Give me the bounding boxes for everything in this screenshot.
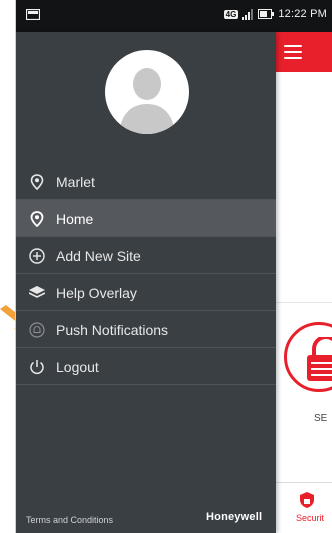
menu-item-add-new-site[interactable]: Add New Site: [16, 237, 276, 274]
layers-icon: [28, 284, 46, 302]
menu-item-logout[interactable]: Logout: [16, 348, 276, 385]
bell-icon: [28, 321, 46, 339]
avatar[interactable]: [105, 50, 189, 134]
power-icon: [28, 358, 46, 376]
status-icons: 4G 12:22 PM: [223, 8, 327, 20]
shield-icon: [300, 492, 314, 508]
location-pin-icon: [28, 210, 46, 228]
tab-security[interactable]: Securit: [276, 482, 332, 533]
menu-item-label: Marlet: [56, 173, 95, 190]
app-header: [276, 32, 332, 72]
notification-icon: [26, 9, 40, 20]
user-silhouette-icon: [119, 68, 175, 134]
signal-icon: [242, 8, 254, 20]
phone-screen: 4G 12:22 PM SE Securit Marlet Home Add N…: [15, 0, 332, 533]
lock-icon: [307, 337, 332, 381]
menu-item-label: Push Notifications: [56, 321, 169, 338]
menu-item-label: Help Overlay: [56, 284, 137, 301]
hamburger-menu-icon[interactable]: [284, 45, 302, 59]
menu-item-label: Add New Site: [56, 247, 141, 264]
panel-label: SE: [314, 413, 328, 424]
menu-item-home[interactable]: Home: [16, 200, 276, 237]
background-app: SE Securit: [276, 32, 332, 533]
navigation-drawer: Marlet Home Add New Site Help Overlay Pu…: [16, 32, 276, 533]
menu-item-push-notifications[interactable]: Push Notifications: [16, 311, 276, 348]
menu-item-marlet[interactable]: Marlet: [16, 163, 276, 200]
terms-link[interactable]: Terms and Conditions: [26, 515, 113, 525]
menu-item-label: Logout: [56, 358, 99, 375]
drawer-menu: Marlet Home Add New Site Help Overlay Pu…: [16, 163, 276, 385]
location-pin-icon: [28, 173, 46, 191]
security-lock-button[interactable]: [284, 322, 332, 392]
menu-item-label: Home: [56, 210, 94, 227]
divider: [276, 302, 332, 303]
battery-icon: [258, 9, 275, 19]
tab-security-label: Securit: [296, 513, 325, 523]
status-bar: 4G 12:22 PM: [16, 0, 332, 32]
brand-logo: Honeywell: [206, 511, 263, 523]
plus-circle-icon: [28, 247, 46, 265]
network-badge: 4G: [223, 9, 239, 19]
clock: 12:22 PM: [278, 8, 327, 20]
menu-item-help-overlay[interactable]: Help Overlay: [16, 274, 276, 311]
